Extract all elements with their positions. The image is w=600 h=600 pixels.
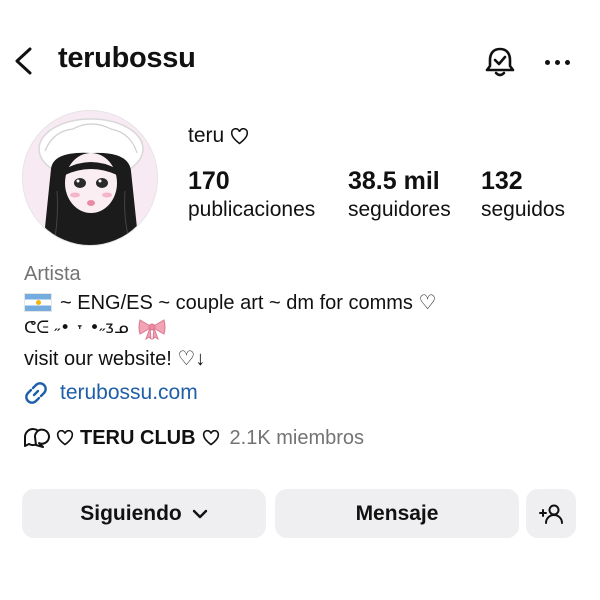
stat-followers-number: 38.5 mil — [348, 167, 440, 195]
website-link-text[interactable]: terubossu.com — [60, 381, 198, 405]
stat-followers[interactable]: 38.5 mil seguidores — [348, 166, 451, 224]
avatar-illustration — [23, 111, 157, 245]
stat-following-label: seguidos — [481, 198, 566, 221]
following-button[interactable]: Siguiendo — [22, 489, 266, 538]
link-icon — [25, 382, 47, 404]
display-name-text: teru — [188, 124, 225, 147]
stat-followers-label: seguidores — [348, 198, 451, 221]
bio-line-3-text: visit our website! ♡↓ — [24, 348, 206, 370]
category-label: Artista — [24, 263, 81, 285]
bio-line-1: ~ ENG/ES ~ couple art ~ dm for comms ♡ — [24, 290, 436, 315]
bio-line-2: ᕦᕮ ˶• ˕ •˶ᴣᓄ — [24, 316, 167, 340]
more-icon — [544, 59, 550, 65]
stat-following[interactable]: 132 seguidos — [481, 166, 565, 224]
page-title: terubossu — [58, 42, 196, 74]
display-name: teru — [188, 124, 249, 148]
heart-icon — [56, 430, 74, 446]
bio-line-2-text: ᕦᕮ ˶• ˕ •˶ᴣᓄ — [24, 318, 129, 338]
avatar[interactable] — [22, 110, 158, 246]
channel-member-count: 2.1K miembros — [229, 426, 365, 449]
stat-posts-number: 170 — [188, 167, 230, 195]
profile-page: terubossu teru 170 publicaciones 38.5 mi… — [0, 0, 600, 600]
message-button-label: Mensaje — [355, 501, 439, 525]
chevron-down-icon — [192, 509, 207, 518]
bio-line-1-text: ~ ENG/ES ~ couple art ~ dm for comms ♡ — [60, 292, 437, 314]
back-button[interactable] — [8, 44, 40, 78]
more-options-button[interactable] — [540, 50, 574, 74]
argentina-flag-icon — [24, 293, 52, 312]
suggested-users-button[interactable] — [526, 489, 576, 538]
back-icon — [15, 47, 32, 75]
add-user-icon — [539, 504, 563, 524]
stat-following-number: 132 — [481, 167, 523, 195]
heart-icon — [231, 127, 249, 144]
stat-posts-label: publicaciones — [188, 198, 316, 221]
bell-icon — [485, 47, 515, 77]
notifications-button[interactable] — [482, 44, 518, 80]
channel-row[interactable]: TERU CLUB 2.1K miembros — [22, 426, 364, 450]
bow-icon — [138, 319, 166, 340]
following-button-label: Siguiendo — [80, 501, 182, 525]
message-button[interactable]: Mensaje — [275, 489, 519, 538]
heart-icon — [202, 430, 219, 446]
website-link[interactable]: terubossu.com — [22, 379, 198, 407]
channel-name: TERU CLUB — [80, 426, 196, 449]
bio-line-3: visit our website! ♡↓ — [24, 346, 205, 371]
stat-posts[interactable]: 170 publicaciones — [188, 166, 315, 224]
channel-icon — [24, 428, 50, 448]
